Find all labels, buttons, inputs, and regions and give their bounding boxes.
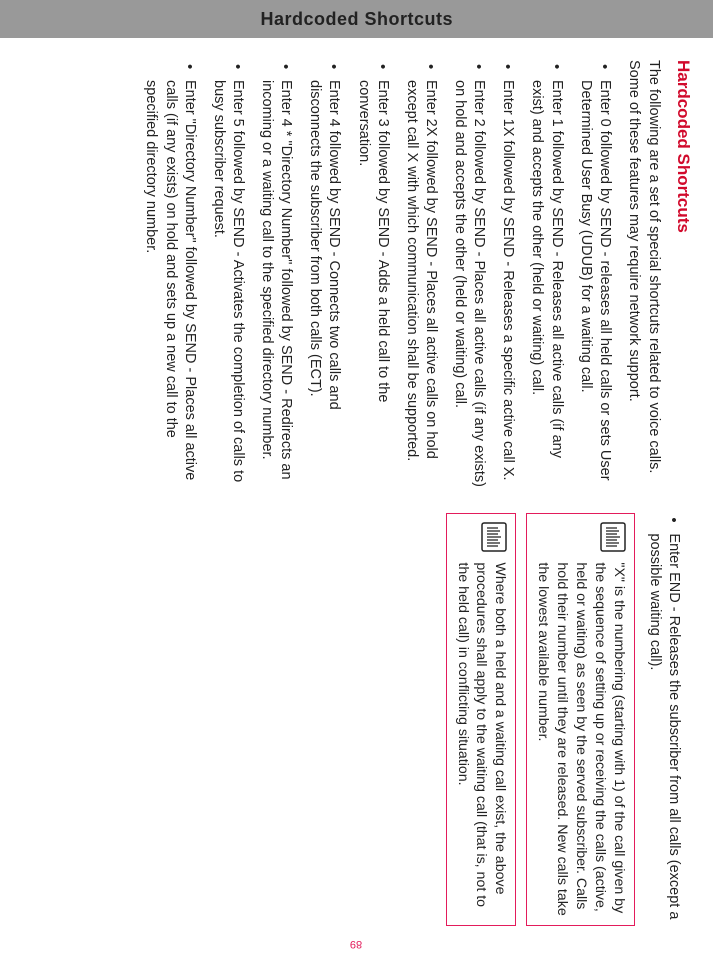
- content-area: Hardcoded Shortcuts The following are a …: [0, 38, 713, 956]
- list-item: Enter 1 followed by SEND - Releases all …: [527, 60, 565, 489]
- note-text: Where both a held and a waiting call exi…: [453, 562, 510, 917]
- note-box: Where both a held and a waiting call exi…: [446, 513, 517, 926]
- list-item: Enter 2X followed by SEND - Places all a…: [402, 60, 440, 489]
- note-box: "X" is the numbering (starting with 1) o…: [526, 513, 634, 926]
- page-number: 89: [350, 938, 362, 950]
- note-text: "X" is the numbering (starting with 1) o…: [533, 562, 627, 917]
- list-item: Enter 1X followed by SEND - Releases a s…: [498, 60, 517, 489]
- bullet-list-left: Enter 0 followed by SEND - releases all …: [141, 60, 614, 489]
- list-item: Enter 4 followed by SEND - Connects two …: [305, 60, 343, 489]
- note-icon: [600, 522, 626, 552]
- list-item: Enter "Directory Number" followed by SEN…: [141, 60, 198, 489]
- list-item: Enter 0 followed by SEND - releases all …: [576, 60, 614, 489]
- bullet-list-right: Enter END - Releases the subscriber from…: [645, 513, 683, 926]
- right-column: Enter END - Releases the subscriber from…: [20, 513, 693, 926]
- list-item: Enter 3 followed by SEND - Adds a held c…: [354, 60, 392, 489]
- list-item: Enter 2 followed by SEND - Places all ac…: [450, 60, 488, 489]
- list-item: Enter 5 followed by SEND - Activates the…: [209, 60, 247, 489]
- section-title: Hardcoded Shortcuts: [673, 60, 693, 489]
- sidebar-tab: Hardcoded Shortcuts: [0, 0, 713, 38]
- list-item: Enter 4 * "Directory Number" followed by…: [257, 60, 295, 489]
- note-icon: [481, 522, 507, 552]
- intro-text: The following are a set of special short…: [624, 60, 663, 489]
- page: Hardcoded Shortcuts Hardcoded Shortcuts …: [0, 0, 713, 956]
- sidebar-tab-label: Hardcoded Shortcuts: [260, 9, 453, 30]
- list-item: Enter END - Releases the subscriber from…: [645, 513, 683, 926]
- left-column: Hardcoded Shortcuts The following are a …: [20, 60, 693, 489]
